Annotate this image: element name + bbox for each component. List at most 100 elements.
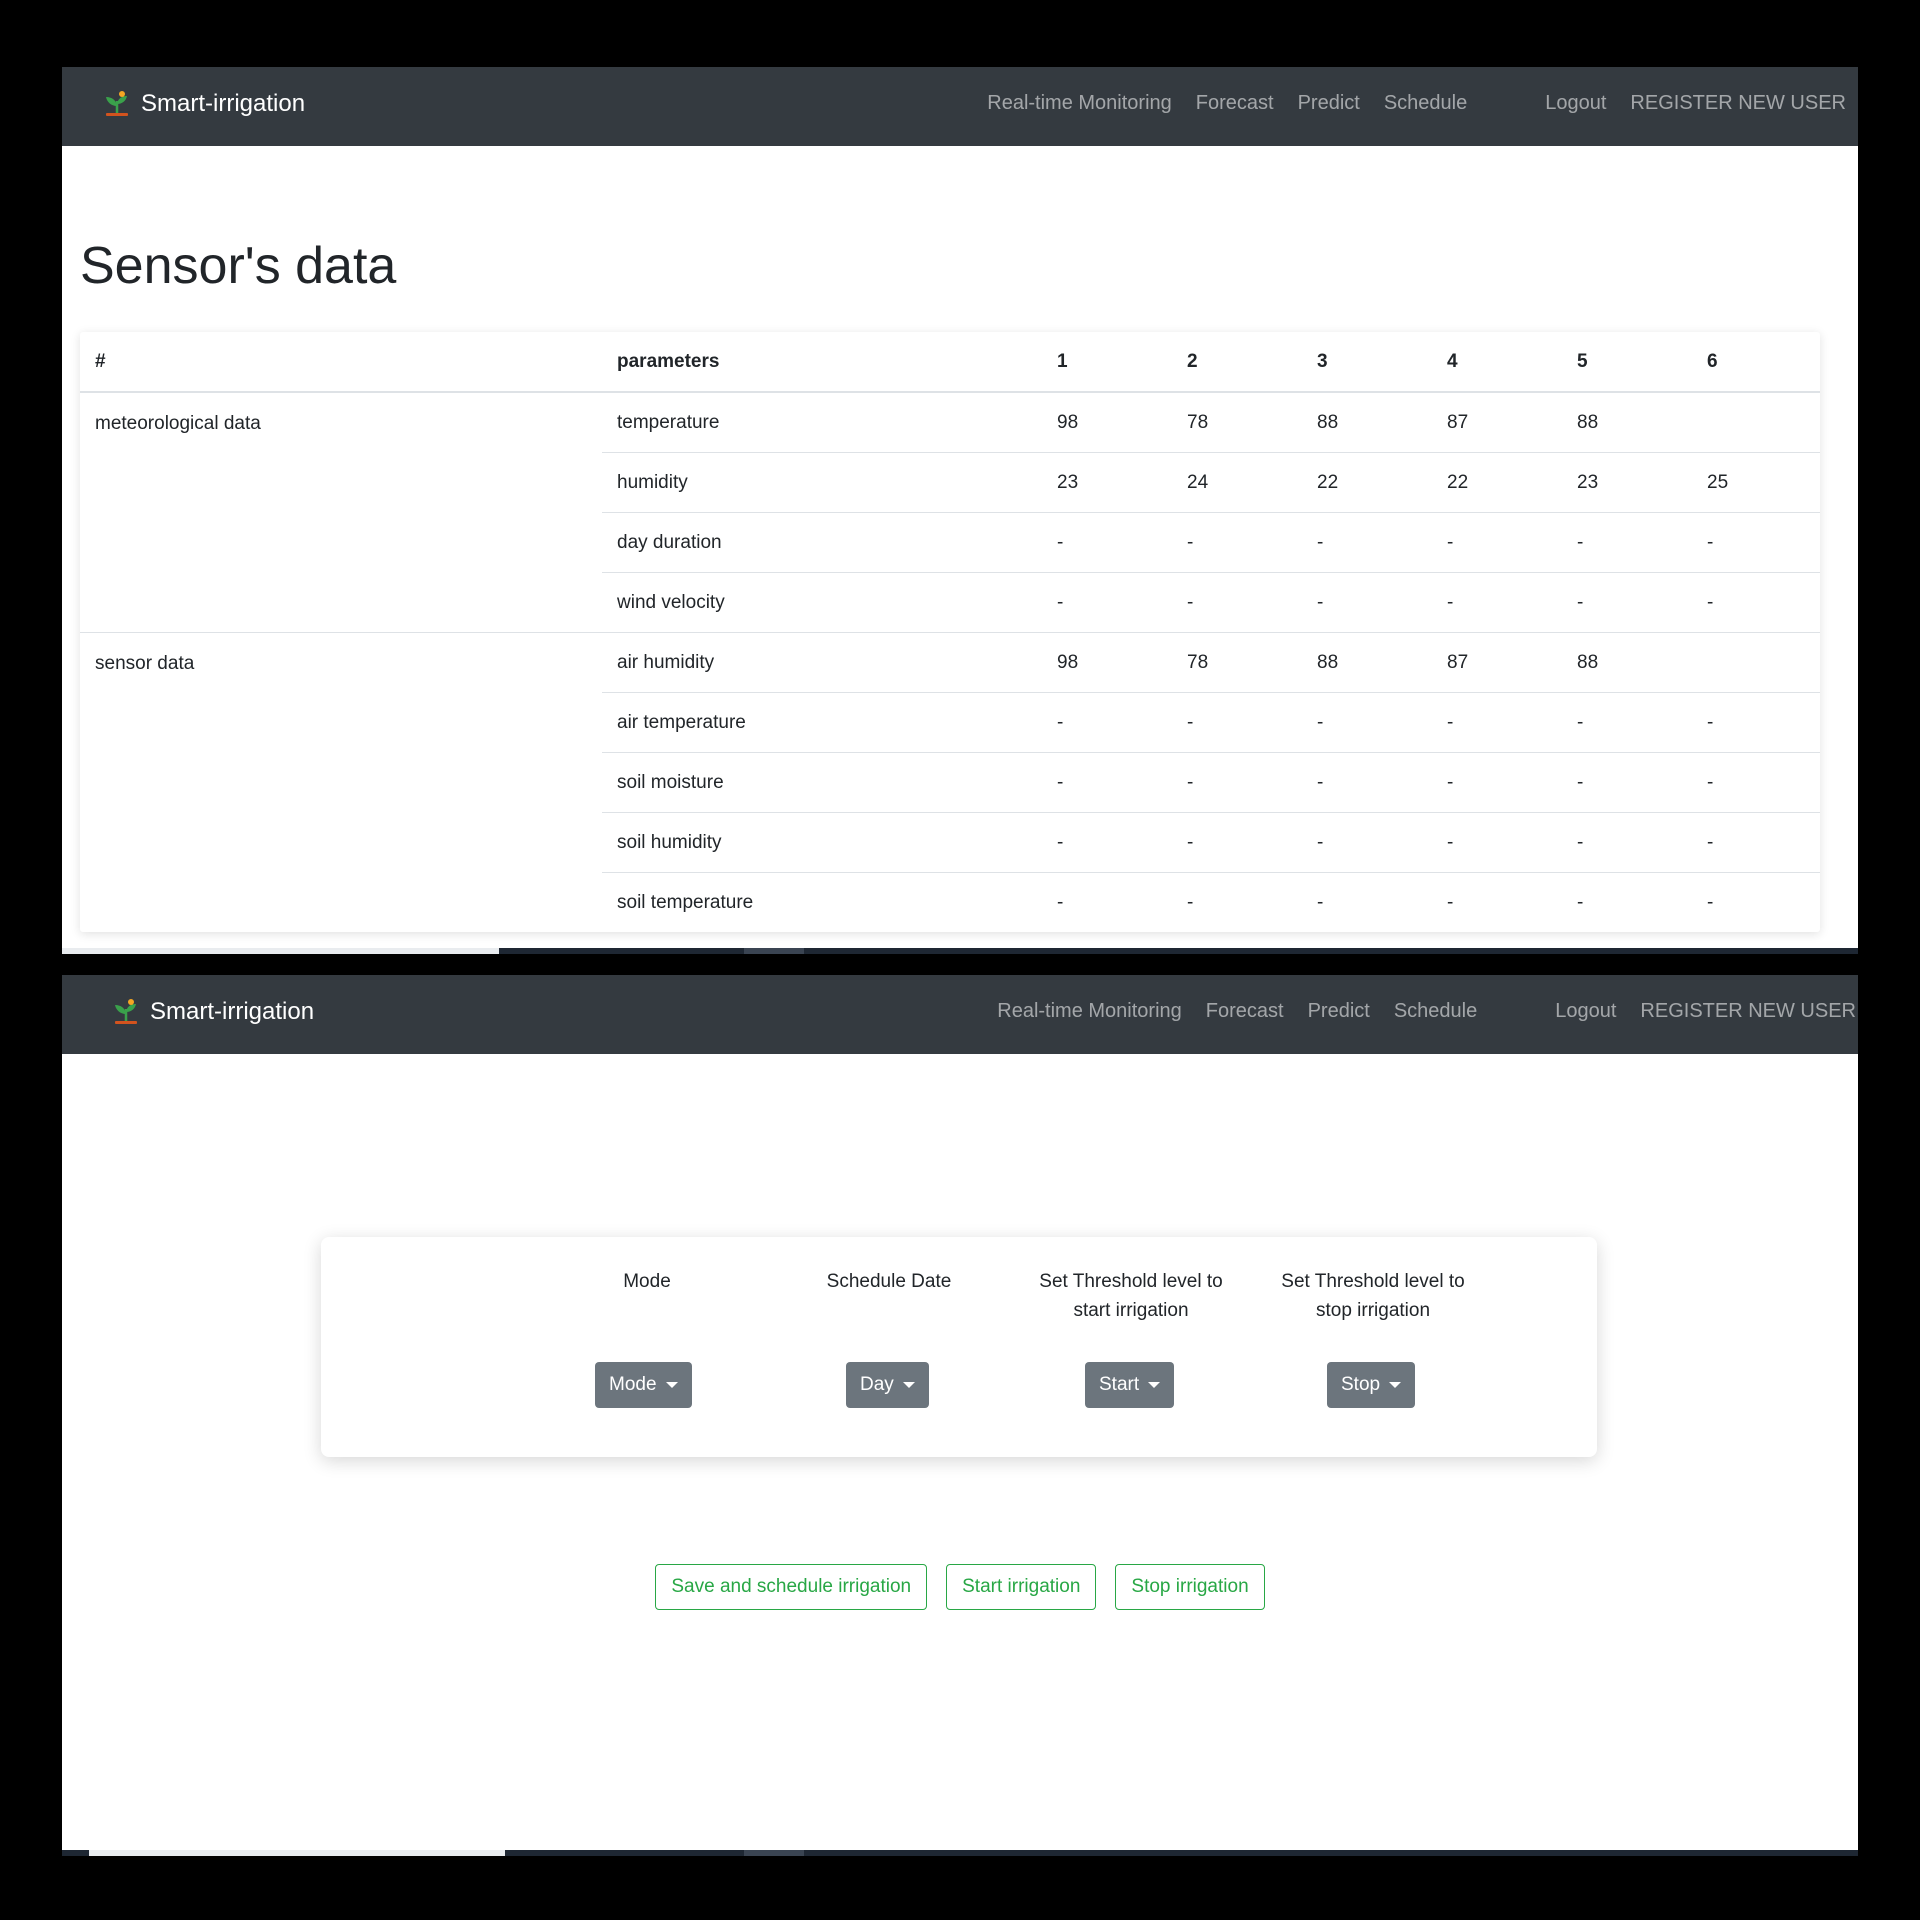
value-cell: - [1172, 752, 1302, 813]
value-cell: - [1302, 692, 1432, 753]
sensor-data-screen: Smart-irrigation Real-time Monitoring Fo… [62, 67, 1858, 954]
caret-down-icon [1389, 1382, 1402, 1388]
nav-register-new-user[interactable]: REGISTER NEW USER [1640, 1000, 1856, 1023]
col-header-6: 6 [1692, 332, 1820, 393]
nav-schedule[interactable]: Schedule [1384, 92, 1467, 115]
nav-links: Real-time Monitoring Forecast Predict Sc… [997, 1000, 1856, 1023]
value-cell: - [1042, 692, 1172, 753]
taskbar-strip [62, 1850, 1858, 1856]
nav-realtime-monitoring[interactable]: Real-time Monitoring [997, 1000, 1182, 1023]
value-cell: - [1042, 752, 1172, 813]
nav-forecast[interactable]: Forecast [1196, 92, 1274, 115]
brand[interactable]: Smart-irrigation [111, 997, 314, 1027]
start-irrigation-button[interactable]: Start irrigation [946, 1564, 1097, 1610]
irrigation-actions: Save and schedule irrigation Start irrig… [62, 1564, 1858, 1610]
value-cell: - [1562, 692, 1692, 753]
sensor-table-card: # parameters 1 2 3 4 5 6 meteorological … [80, 332, 1820, 932]
start-threshold-dropdown[interactable]: Start [1085, 1362, 1175, 1408]
value-cell: - [1562, 572, 1692, 633]
value-cell: 23 [1042, 452, 1172, 513]
col-header-4: 4 [1432, 332, 1562, 393]
col-header-1: 1 [1042, 332, 1172, 393]
caret-down-icon [1148, 1382, 1161, 1388]
schedule-date-dropdown-label: Day [860, 1374, 894, 1395]
col-header-5: 5 [1562, 332, 1692, 393]
caret-down-icon [902, 1382, 915, 1388]
stop-threshold-label: Set Threshold level to stop irrigation [1281, 1271, 1465, 1321]
value-cell: 78 [1172, 391, 1302, 453]
schedule-settings-card: Mode Mode Schedule Date Day Set Threshol… [321, 1237, 1597, 1457]
value-cell: - [1302, 572, 1432, 633]
value-cell: 88 [1302, 391, 1432, 453]
nav-logout[interactable]: Logout [1555, 1000, 1616, 1023]
nav-forecast[interactable]: Forecast [1206, 1000, 1284, 1023]
stop-threshold-dropdown[interactable]: Stop [1327, 1362, 1416, 1408]
value-cell: 88 [1562, 632, 1692, 693]
table-header-row: # parameters 1 2 3 4 5 6 [80, 332, 1820, 393]
value-cell: - [1432, 812, 1562, 873]
value-cell: 98 [1042, 632, 1172, 693]
caret-down-icon [665, 1382, 678, 1388]
mode-dropdown-label: Mode [609, 1374, 657, 1395]
value-cell: 22 [1302, 452, 1432, 513]
mode-dropdown[interactable]: Mode [595, 1362, 692, 1408]
nav-predict[interactable]: Predict [1298, 92, 1360, 115]
parameter-cell: soil humidity [602, 812, 1042, 873]
value-cell: 22 [1432, 452, 1562, 513]
navbar: Smart-irrigation Real-time Monitoring Fo… [62, 67, 1858, 146]
value-cell: - [1692, 572, 1820, 633]
parameter-cell: humidity [602, 452, 1042, 513]
value-cell: 88 [1562, 391, 1692, 453]
value-cell: - [1562, 512, 1692, 573]
value-cell: - [1042, 812, 1172, 873]
value-cell: - [1562, 872, 1692, 932]
value-cell: - [1172, 812, 1302, 873]
value-cell: - [1692, 512, 1820, 573]
navbar: Smart-irrigation Real-time Monitoring Fo… [62, 975, 1858, 1054]
col-header-parameters: parameters [602, 332, 1042, 393]
parameter-cell: temperature [602, 391, 1042, 453]
value-cell: 24 [1172, 452, 1302, 513]
save-schedule-button[interactable]: Save and schedule irrigation [655, 1564, 928, 1610]
value-cell: - [1692, 692, 1820, 753]
value-cell: 25 [1692, 452, 1820, 513]
nav-realtime-monitoring[interactable]: Real-time Monitoring [987, 92, 1172, 115]
value-cell: - [1172, 692, 1302, 753]
table-row: sensor data air humidity 98 78 88 87 88 [80, 632, 1820, 932]
value-cell: - [1692, 812, 1820, 873]
nav-logout[interactable]: Logout [1545, 92, 1606, 115]
value-cell: - [1042, 572, 1172, 633]
stop-threshold-dropdown-label: Stop [1341, 1374, 1381, 1395]
value-cell: - [1432, 692, 1562, 753]
brand-name: Smart-irrigation [141, 90, 306, 117]
nav-links: Real-time Monitoring Forecast Predict Sc… [987, 92, 1846, 115]
value-cell: - [1172, 512, 1302, 573]
value-cell: - [1302, 812, 1432, 873]
value-cell: 23 [1562, 452, 1692, 513]
plant-logo-icon [115, 999, 137, 1024]
value-cell: - [1172, 872, 1302, 932]
value-cell: - [1432, 872, 1562, 932]
nav-schedule[interactable]: Schedule [1394, 1000, 1477, 1023]
col-header-number: # [80, 332, 602, 393]
group-cell: sensor data [80, 632, 602, 932]
parameter-cell: wind velocity [602, 572, 1042, 633]
nav-predict[interactable]: Predict [1308, 1000, 1370, 1023]
value-cell: - [1692, 872, 1820, 932]
nav-register-new-user[interactable]: REGISTER NEW USER [1630, 92, 1846, 115]
plant-logo-icon [106, 91, 128, 116]
value-cell: - [1432, 512, 1562, 573]
brand-name: Smart-irrigation [150, 998, 315, 1025]
sensor-table: # parameters 1 2 3 4 5 6 meteorological … [80, 332, 1820, 932]
value-cell: 78 [1172, 632, 1302, 693]
brand[interactable]: Smart-irrigation [102, 89, 305, 119]
page-title: Sensor's data [80, 237, 397, 295]
value-cell: - [1432, 572, 1562, 633]
value-cell: 88 [1302, 632, 1432, 693]
schedule-date-label: Schedule Date [826, 1271, 952, 1292]
value-cell: - [1432, 752, 1562, 813]
schedule-date-dropdown[interactable]: Day [846, 1362, 929, 1408]
parameter-cell: soil moisture [602, 752, 1042, 813]
stop-irrigation-button[interactable]: Stop irrigation [1115, 1564, 1265, 1610]
table-row: meteorological data temperature 98 78 88 87 88 [80, 391, 1820, 633]
